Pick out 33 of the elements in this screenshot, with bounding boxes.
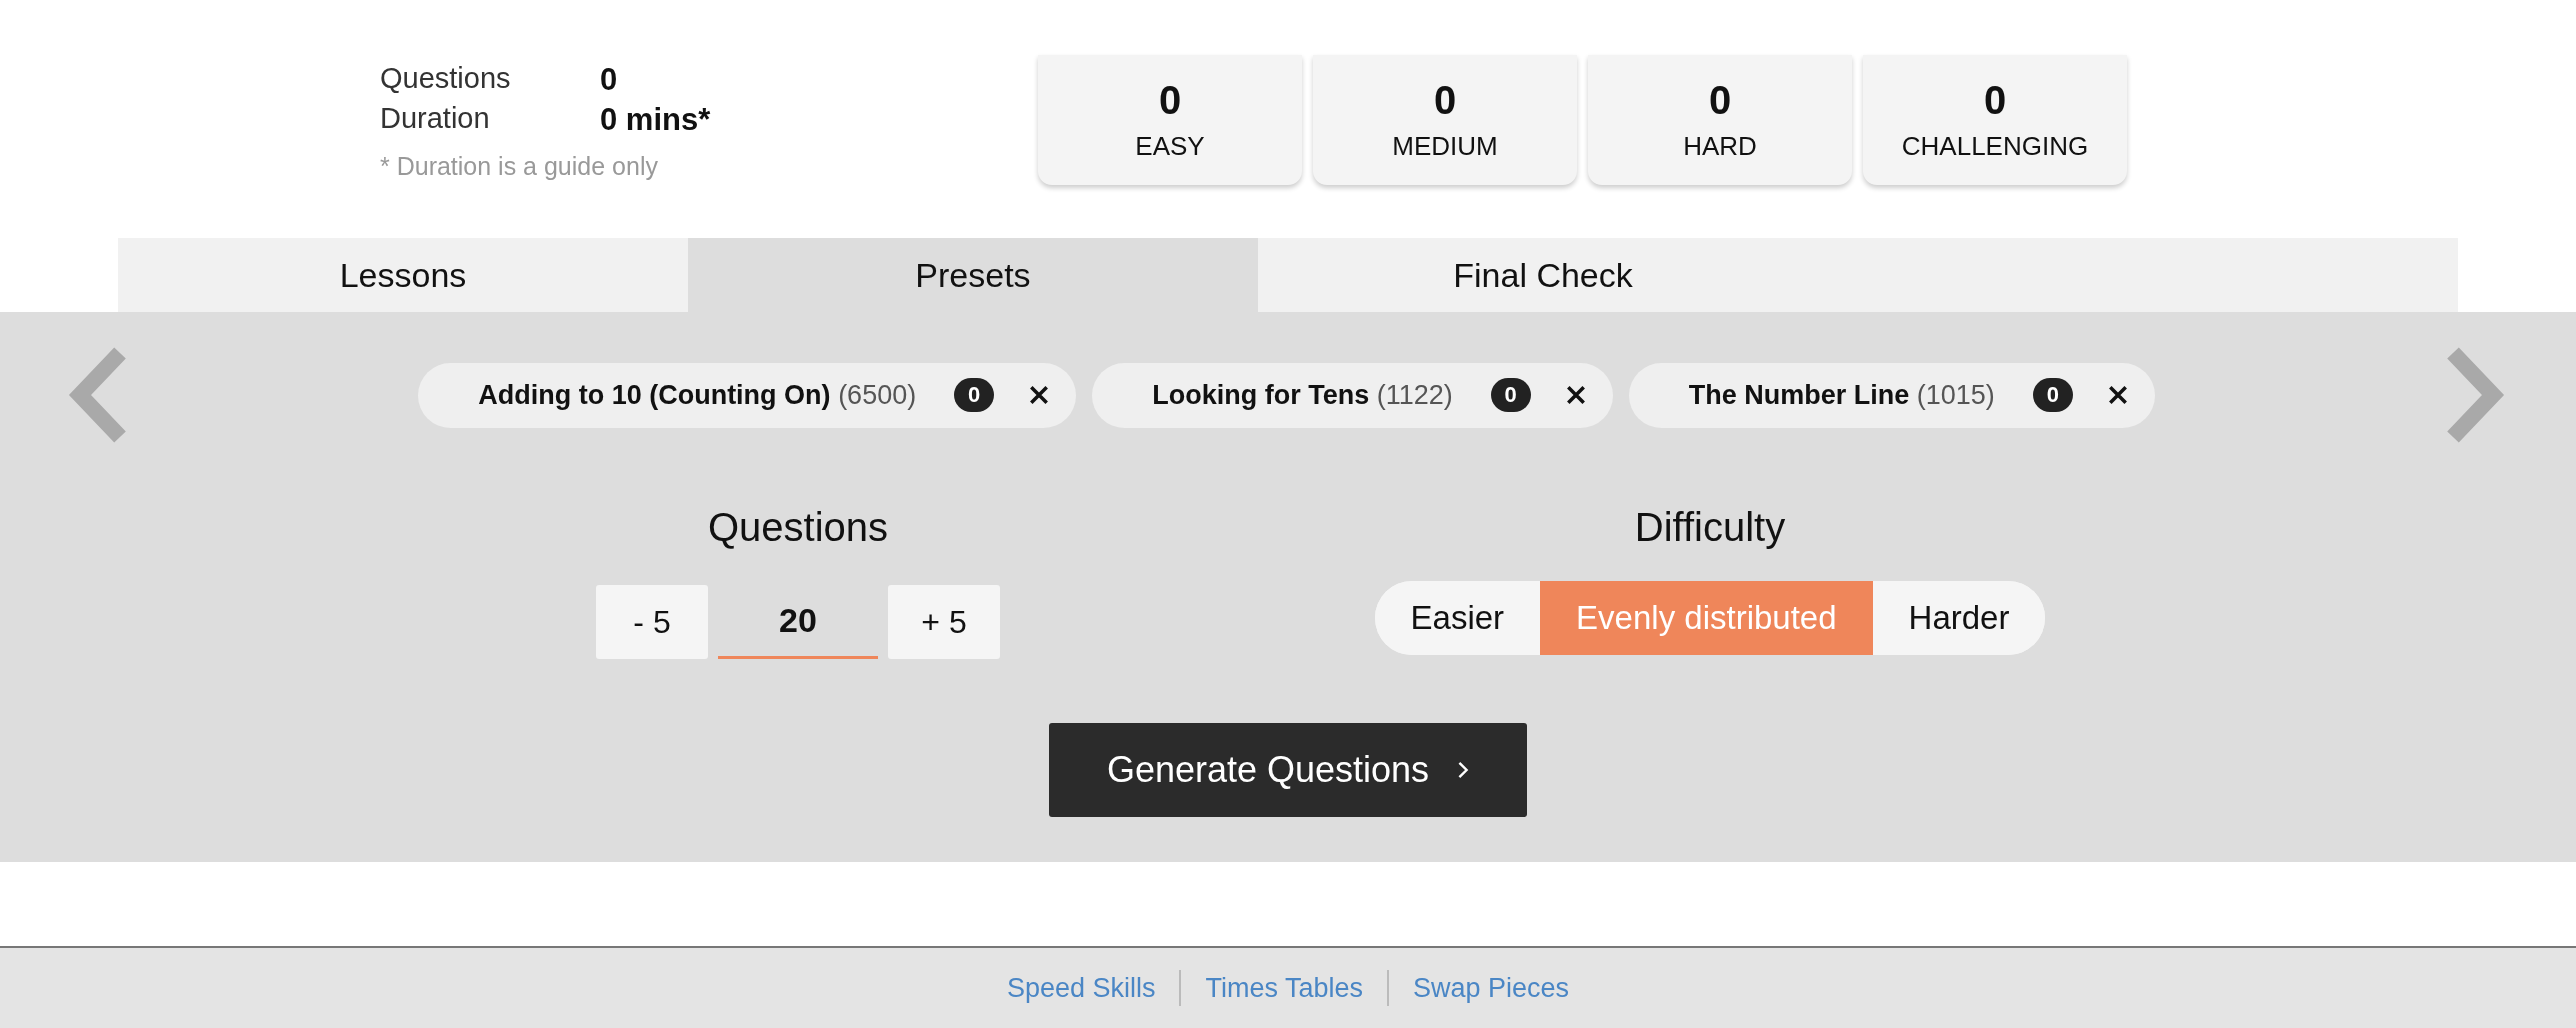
count-value: 0 (1158, 78, 1182, 123)
difficulty-label: CHALLENGING (1901, 131, 2089, 162)
summary-label: Duration (380, 102, 491, 136)
count-value: 0 (1708, 78, 1732, 123)
preset-chip[interactable]: Looking for Tens (1122) 0 (1092, 362, 1613, 428)
difficulty-label: EASY (1135, 131, 1205, 162)
preset-name: Looking for Tens (1122) (1152, 379, 1453, 411)
difficulty-label: HARD (1683, 131, 1757, 162)
difficulty-label: MEDIUM (1392, 131, 1498, 162)
duration-note: * Duration is a guide only (380, 152, 659, 181)
count-badge: 0 (2032, 378, 2073, 412)
preset-chip[interactable]: Adding to 10 (Counting On) (6500) 0 (418, 362, 1077, 428)
count-badge: 0 (954, 378, 995, 412)
count-badge: 0 (1490, 378, 1531, 412)
summary-label: Questions (380, 62, 512, 96)
close-icon[interactable] (1564, 384, 1587, 406)
question-count-field[interactable]: 20 (718, 585, 878, 659)
chevron-right-icon (1457, 760, 1470, 780)
count-value: 0 (1983, 78, 2007, 123)
decrement-button[interactable]: - 5 (596, 585, 708, 659)
tab[interactable]: Presets (688, 238, 1258, 312)
generate-questions-button[interactable]: Generate Questions (1049, 723, 1527, 817)
close-icon[interactable] (1028, 384, 1051, 406)
questions-heading: Questions (707, 505, 889, 551)
close-icon[interactable] (2106, 384, 2129, 406)
preset-name: Adding to 10 (Counting On) (6500) (478, 379, 917, 411)
preset-chip[interactable]: The Number Line (1015) 0 (1628, 362, 2155, 428)
summary-value: 0 mins* (600, 102, 712, 138)
increment-button[interactable]: + 5 (888, 585, 1000, 659)
count-value: 0 (1433, 78, 1457, 123)
difficulty-heading: Difficulty (1634, 505, 1786, 551)
preset-name: The Number Line (1015) (1688, 379, 1995, 411)
summary-value: 0 (600, 62, 619, 98)
